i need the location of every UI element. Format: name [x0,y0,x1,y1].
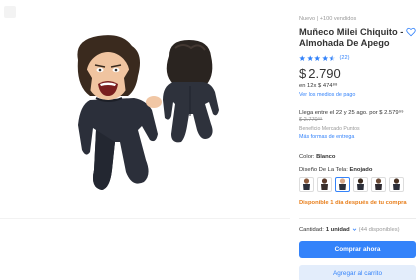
product-info-panel: Nuevo | +100 vendidos Muñeco Milei Chiqu… [293,0,420,280]
star-icon [306,54,313,61]
rating-count[interactable]: (22) [340,55,350,61]
star-icon [299,54,306,61]
design-value: Enojado [349,166,373,173]
product-image-back[interactable] [155,38,225,148]
add-to-cart-button[interactable]: Agregar al carrito [299,264,416,280]
color-value: Blanco [316,153,336,160]
buy-now-button[interactable]: Comprar ahora [299,240,416,258]
star-half-icon [329,54,336,61]
available-units: (44 disponibles) [358,226,400,233]
thumbnail-placeholder[interactable] [4,6,16,18]
availability-notice: Disponible 1 día después de tu compra [299,199,407,206]
price-amount: 2.790 [308,65,341,81]
heart-outline-icon[interactable] [406,27,416,37]
panel-divider [299,217,416,219]
product-image-front[interactable] [60,30,170,200]
quantity-value: 1 unidad [325,226,350,233]
design-swatch[interactable] [389,176,404,192]
color-label: Color: [299,153,315,160]
gallery-divider [0,218,290,219]
design-swatches [299,176,416,192]
design-swatch-selected[interactable] [335,176,350,192]
more-delivery-options-link[interactable]: Más formas de entrega [299,134,416,140]
chevron-down-icon[interactable] [352,227,357,232]
quantity-label: Cantidad: [299,226,324,233]
design-selector: Diseño De La Tela: Enojado [299,167,416,173]
star-icon [321,54,328,61]
design-swatch[interactable] [317,176,332,192]
design-label: Diseño De La Tela: [299,166,348,173]
product-title: Muñeco Milei Chiquito - Almohada De Apeg… [299,27,404,49]
product-image-gallery [0,0,290,280]
price-currency: $ [299,65,307,81]
payment-methods-link[interactable]: Ver los medios de pago [299,92,416,98]
quantity-selector[interactable]: Cantidad: 1 unidad (44 disponibles) [299,227,416,233]
delivery-info: Llega entre el 22 y 25 ago. por $ 2.579⁹… [299,110,416,125]
benefit-label: Beneficio Mercado Puntos [299,125,360,132]
design-swatch[interactable] [299,176,314,192]
design-swatch[interactable] [371,176,386,192]
star-icon [314,54,321,61]
doll-front-illustration [77,35,162,190]
design-swatch[interactable] [353,176,368,192]
rating-row[interactable]: (22) [299,54,416,62]
installments: en 12x $ 474⁸⁸ [299,82,338,89]
price: $ 2.790 [299,66,416,82]
condition-sold-count: Nuevo | +100 vendidos [299,16,357,22]
color-selector: Color: Blanco [299,154,416,160]
doll-back-illustration [163,40,219,143]
delivery-old-price: $ 2.770⁹⁹ [299,117,323,124]
